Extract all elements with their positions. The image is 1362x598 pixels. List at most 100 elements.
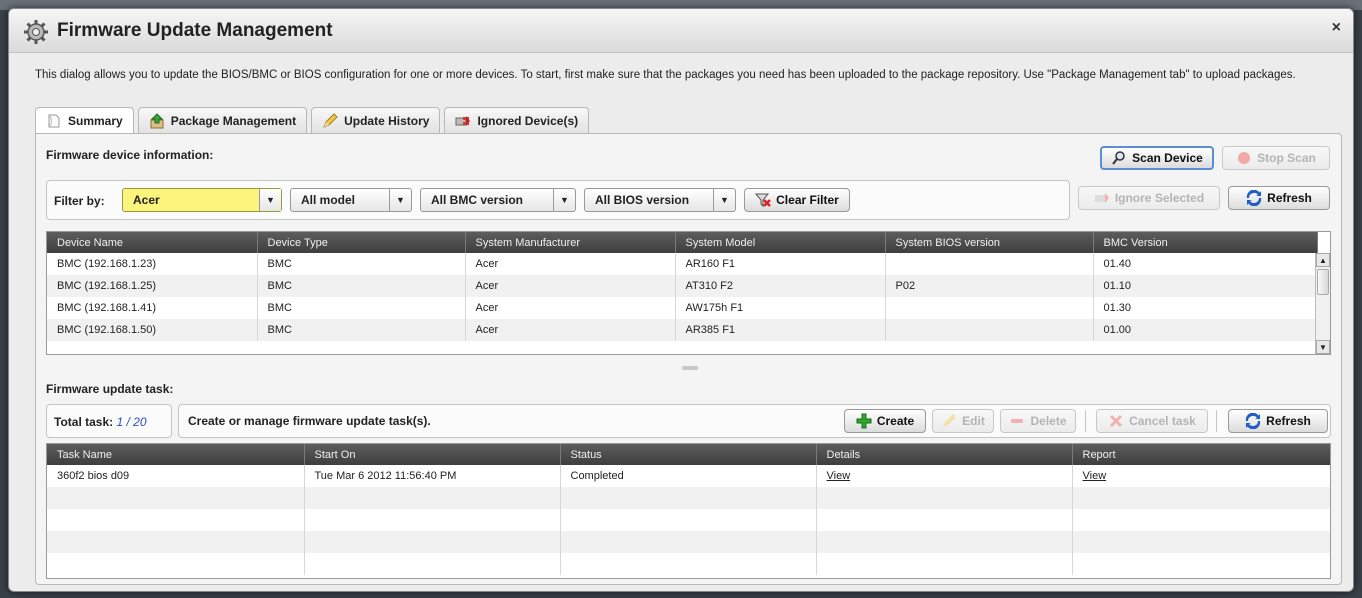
minus-icon: [1011, 419, 1024, 423]
chevron-down-icon: ▼: [553, 189, 575, 211]
task-description: Create or manage firmware update task(s)…: [188, 414, 431, 428]
table-cell: BMC: [257, 275, 466, 297]
table-cell: AR160 F1: [675, 253, 886, 275]
device-section-title: Firmware device information:: [46, 148, 214, 162]
table-row[interactable]: BMC (192.168.1.41) BMC Acer AW175h F1 01…: [47, 297, 1318, 319]
table-cell: BMC: [257, 297, 466, 319]
filter-label: Filter by:: [54, 194, 105, 208]
scroll-up-icon[interactable]: ▲: [1316, 253, 1330, 267]
model-filter-select[interactable]: All model ▼: [290, 188, 412, 212]
table-cell: [885, 319, 1094, 341]
panel-splitter-handle[interactable]: [682, 366, 698, 370]
cancel-task-label: Cancel task: [1129, 414, 1196, 428]
close-icon[interactable]: ×: [1332, 19, 1341, 37]
ignore-icon: [1094, 193, 1109, 203]
tab-package-management[interactable]: Package Management: [137, 107, 308, 133]
table-row[interactable]: BMC (192.168.1.25) BMC Acer AT310 F2 P02…: [47, 275, 1318, 297]
table-row[interactable]: 360f2 bios d09 Tue Mar 6 2012 11:56:40 P…: [47, 465, 1330, 487]
toolbar-divider: [1216, 410, 1217, 432]
column-header[interactable]: Task Name: [47, 444, 305, 465]
tab-ignored-devices[interactable]: Ignored Device(s): [444, 107, 590, 133]
device-table-scrollbar[interactable]: ▲ ▼: [1315, 253, 1330, 354]
stop-scan-button[interactable]: Stop Scan: [1222, 146, 1330, 170]
column-header[interactable]: System BIOS version: [885, 232, 1094, 253]
plus-icon: [856, 413, 872, 429]
task-total: Total task: 1 / 20: [54, 415, 147, 429]
chevron-down-icon: ▼: [713, 189, 735, 211]
column-header[interactable]: System Manufacturer: [465, 232, 676, 253]
table-cell: 01.10: [1093, 275, 1318, 297]
table-cell: Completed: [560, 465, 817, 487]
cancel-icon: [1110, 414, 1123, 428]
table-cell: AT310 F2: [675, 275, 886, 297]
table-row[interactable]: BMC (192.168.1.50) BMC Acer AR385 F1 01.…: [47, 319, 1318, 341]
table-cell: BMC: [257, 319, 466, 341]
column-header[interactable]: BMC Version: [1093, 232, 1318, 253]
column-header[interactable]: Status: [560, 444, 817, 465]
manufacturer-filter-value: Acer: [133, 193, 160, 207]
delete-task-button[interactable]: Delete: [1000, 409, 1076, 433]
column-header[interactable]: Device Type: [257, 232, 466, 253]
table-cell: [885, 253, 1094, 275]
empty-row: [47, 487, 1330, 509]
bmc-version-filter-select[interactable]: All BMC version ▼: [420, 188, 576, 212]
clear-filter-button[interactable]: Clear Filter: [744, 188, 850, 212]
device-table-header: Device Name Device Type System Manufactu…: [47, 232, 1318, 253]
edit-task-button[interactable]: Edit: [932, 409, 994, 433]
package-icon: [150, 112, 164, 128]
ignore-selected-button[interactable]: Ignore Selected: [1078, 186, 1220, 210]
cancel-task-button[interactable]: Cancel task: [1096, 409, 1208, 433]
table-cell: AR385 F1: [675, 319, 886, 341]
device-table: Device Name Device Type System Manufactu…: [46, 231, 1331, 355]
column-header[interactable]: Details: [816, 444, 1073, 465]
tab-update-history[interactable]: Update History: [311, 107, 441, 133]
details-view-link[interactable]: View: [827, 470, 851, 482]
scan-device-button[interactable]: Scan Device: [1100, 146, 1214, 170]
delete-label: Delete: [1030, 414, 1067, 428]
column-header[interactable]: System Model: [675, 232, 886, 253]
ignore-icon: [455, 115, 471, 126]
bios-version-filter-select[interactable]: All BIOS version ▼: [584, 188, 736, 212]
column-header[interactable]: Device Name: [47, 232, 258, 253]
table-cell: Acer: [465, 275, 676, 297]
toolbar-divider: [1085, 410, 1086, 432]
dialog-titlebar[interactable]: Firmware Update Management ×: [9, 9, 1353, 53]
tab-label: Package Management: [170, 113, 297, 128]
table-cell: Tue Mar 6 2012 11:56:40 PM: [304, 465, 561, 487]
task-total-value: 1 / 20: [116, 415, 147, 429]
pencil-icon: [323, 112, 338, 128]
empty-row: [47, 553, 1330, 575]
tab-label: Summary: [68, 114, 123, 128]
edit-label: Edit: [962, 414, 985, 428]
table-cell: 01.40: [1093, 253, 1318, 275]
empty-row: [47, 531, 1330, 553]
intro-text: This dialog allows you to update the BIO…: [35, 69, 1296, 81]
table-cell: View: [816, 465, 1073, 487]
clear-filter-label: Clear Filter: [776, 193, 839, 207]
task-refresh-button[interactable]: Refresh: [1228, 409, 1328, 433]
document-icon: [48, 114, 60, 128]
column-header[interactable]: Start On: [304, 444, 561, 465]
clear-filter-icon: [755, 193, 772, 208]
device-refresh-button[interactable]: Refresh: [1228, 186, 1330, 210]
tab-summary[interactable]: Summary: [35, 107, 134, 134]
report-view-link[interactable]: View: [1083, 470, 1107, 482]
refresh-icon: [1246, 413, 1261, 429]
scan-device-label: Scan Device: [1132, 151, 1203, 165]
tab-label: Update History: [344, 113, 430, 128]
stop-scan-label: Stop Scan: [1257, 151, 1316, 165]
refresh-label: Refresh: [1266, 414, 1311, 428]
chevron-down-icon: ▼: [259, 189, 281, 211]
manufacturer-filter-select[interactable]: Acer ▼: [122, 188, 282, 212]
table-cell: BMC (192.168.1.25): [47, 275, 258, 297]
table-cell: View: [1072, 465, 1330, 487]
column-header[interactable]: Report: [1072, 444, 1330, 465]
create-task-button[interactable]: Create: [844, 409, 926, 433]
table-cell: Acer: [465, 319, 676, 341]
table-row[interactable]: BMC (192.168.1.23) BMC Acer AR160 F1 01.…: [47, 253, 1318, 275]
scroll-thumb[interactable]: [1317, 269, 1329, 295]
task-table: Task Name Start On Status Details Report…: [46, 443, 1331, 579]
table-cell: AW175h F1: [675, 297, 886, 319]
scroll-down-icon[interactable]: ▼: [1316, 340, 1330, 354]
table-cell: Acer: [465, 253, 676, 275]
